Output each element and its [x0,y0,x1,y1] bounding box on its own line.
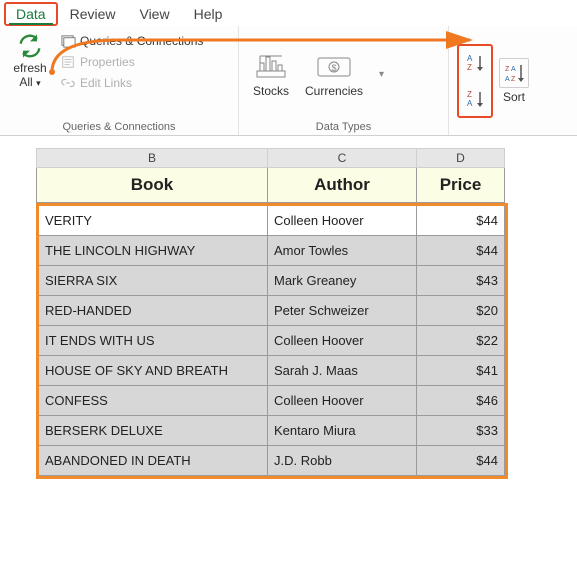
spreadsheet: B C D Book Author Price VERITY Colleen H… [0,136,577,479]
table-row: SIERRA SIX Mark Greaney $43 [39,266,505,296]
selected-range: VERITY Colleen Hoover $44 THE LINCOLN HI… [36,203,508,479]
tab-review[interactable]: Review [58,2,128,26]
cell-author[interactable]: Sarah J. Maas [268,356,417,386]
cell-price[interactable]: $44 [417,206,505,236]
col-header-c[interactable]: C [268,148,417,168]
column-headers: B C D [36,148,577,168]
edit-links-button: Edit Links [58,74,205,92]
queries-icon [60,33,76,49]
cell-price[interactable]: $44 [417,446,505,476]
dropdown-caret-icon: ▾ [36,78,41,88]
table-row: HOUSE OF SKY AND BREATH Sarah J. Maas $4… [39,356,505,386]
cell-book[interactable]: BERSERK DELUXE [39,416,268,446]
sort-dialog-icon: Z A A Z [502,61,526,85]
header-book[interactable]: Book [36,168,268,203]
cell-book[interactable]: VERITY [39,206,268,236]
table-row: THE LINCOLN HIGHWAY Amor Towles $44 [39,236,505,266]
cell-price[interactable]: $41 [417,356,505,386]
cell-book[interactable]: THE LINCOLN HIGHWAY [39,236,268,266]
table-header-row: Book Author Price [36,168,577,203]
refresh-label-1: efresh [13,61,46,75]
svg-text:$: $ [332,63,337,73]
refresh-label-2: All [19,75,32,89]
properties-icon [60,54,76,70]
properties-label: Properties [80,55,135,69]
tab-data[interactable]: Data [4,2,58,26]
group-label-queries: Queries & Connections [8,119,230,133]
cell-price[interactable]: $33 [417,416,505,446]
group-data-types: Stocks $ Currencies ▾ Data Types [238,26,448,135]
header-author[interactable]: Author [268,168,417,203]
cell-author[interactable]: Colleen Hoover [268,326,417,356]
cell-book[interactable]: RED-HANDED [39,296,268,326]
cell-price[interactable]: $43 [417,266,505,296]
col-header-b[interactable]: B [36,148,268,168]
cell-book[interactable]: ABANDONED IN DEATH [39,446,268,476]
properties-button: Properties [58,53,205,71]
group-sort: A Z Z A [448,26,577,135]
table-row: BERSERK DELUXE Kentaro Miura $33 [39,416,505,446]
sort-ascending-button[interactable]: A Z [462,49,488,77]
cell-book[interactable]: SIERRA SIX [39,266,268,296]
queries-connections-button[interactable]: Queries & Connections [58,32,205,50]
sort-descending-button[interactable]: Z A [462,85,488,113]
queries-connections-label: Queries & Connections [80,34,203,48]
edit-links-label: Edit Links [80,76,132,90]
group-label-datatypes: Data Types [247,119,440,133]
cell-book[interactable]: IT ENDS WITH US [39,326,268,356]
svg-text:A: A [467,99,473,108]
svg-text:A: A [505,76,510,83]
currencies-label: Currencies [305,84,363,98]
sort-dialog-button[interactable]: Z A A Z Sort [499,58,529,104]
stocks-icon [254,51,288,81]
cell-author[interactable]: Mark Greaney [268,266,417,296]
table-row: IT ENDS WITH US Colleen Hoover $22 [39,326,505,356]
tab-view[interactable]: View [127,2,181,26]
svg-text:A: A [511,66,516,73]
cell-book[interactable]: HOUSE OF SKY AND BREATH [39,356,268,386]
refresh-all-button[interactable]: efresh All ▾ [8,30,52,90]
table-row: CONFESS Colleen Hoover $46 [39,386,505,416]
sort-asc-icon: A Z [464,52,486,74]
tab-help[interactable]: Help [182,2,235,26]
svg-text:Z: Z [511,76,516,83]
ribbon-body: efresh All ▾ Queries & Connections Prope… [0,26,577,136]
cell-price[interactable]: $44 [417,236,505,266]
col-header-d[interactable]: D [417,148,505,168]
stocks-button[interactable]: Stocks [253,51,289,98]
cell-author[interactable]: Kentaro Miura [268,416,417,446]
stocks-label: Stocks [253,84,289,98]
group-label-sort [457,131,569,133]
cell-author[interactable]: J.D. Robb [268,446,417,476]
group-queries-connections: efresh All ▾ Queries & Connections Prope… [0,26,238,135]
cell-price[interactable]: $46 [417,386,505,416]
cell-price[interactable]: $22 [417,326,505,356]
cell-author[interactable]: Colleen Hoover [268,206,417,236]
ribbon-tabs: Data Review View Help [0,0,577,26]
cell-price[interactable]: $20 [417,296,505,326]
svg-text:A: A [467,54,473,63]
sort-desc-icon: Z A [464,88,486,110]
cell-author[interactable]: Amor Towles [268,236,417,266]
sort-small-buttons: A Z Z A [457,44,493,118]
header-price[interactable]: Price [417,168,505,203]
cell-book[interactable]: CONFESS [39,386,268,416]
currencies-icon: $ [315,51,353,81]
table-row: VERITY Colleen Hoover $44 [39,206,505,236]
svg-text:Z: Z [467,90,472,99]
svg-text:Z: Z [467,63,472,72]
table-row: ABANDONED IN DEATH J.D. Robb $44 [39,446,505,476]
refresh-icon [16,32,44,60]
sort-label: Sort [503,90,525,104]
edit-links-icon [60,75,76,91]
cell-author[interactable]: Peter Schweizer [268,296,417,326]
table-row: RED-HANDED Peter Schweizer $20 [39,296,505,326]
data-types-more-icon[interactable]: ▾ [379,69,384,80]
svg-text:Z: Z [505,66,510,73]
currencies-button[interactable]: $ Currencies [305,51,363,98]
cell-author[interactable]: Colleen Hoover [268,386,417,416]
